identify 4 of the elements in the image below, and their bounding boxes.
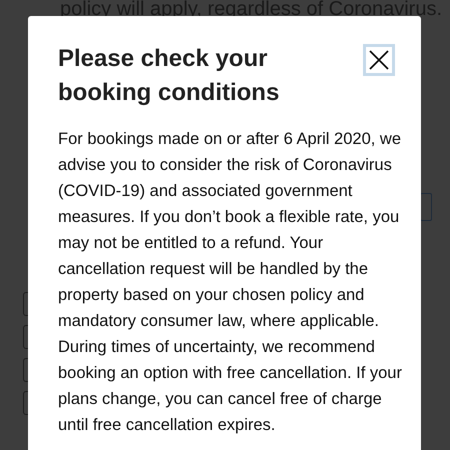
close-button[interactable] [363, 44, 395, 76]
dialog-body-text: For bookings made on or after 6 April 2020, we advise you to consider the risk of Coronavirus (COVID-19) and associated government measures. If you don’t book a flexible rate, you may not be entitled to a refund. Your cancellation request will be handled by the property based on your chosen policy and mandatory consumer law, where applicable. During times of uncertainty, we recommend booking an option with free cancellation. If your plans change, you can cancel free of charge until free cancellation expires. [58, 129, 403, 436]
close-icon [369, 50, 389, 70]
dialog-title: Please check your booking conditions [58, 44, 280, 108]
